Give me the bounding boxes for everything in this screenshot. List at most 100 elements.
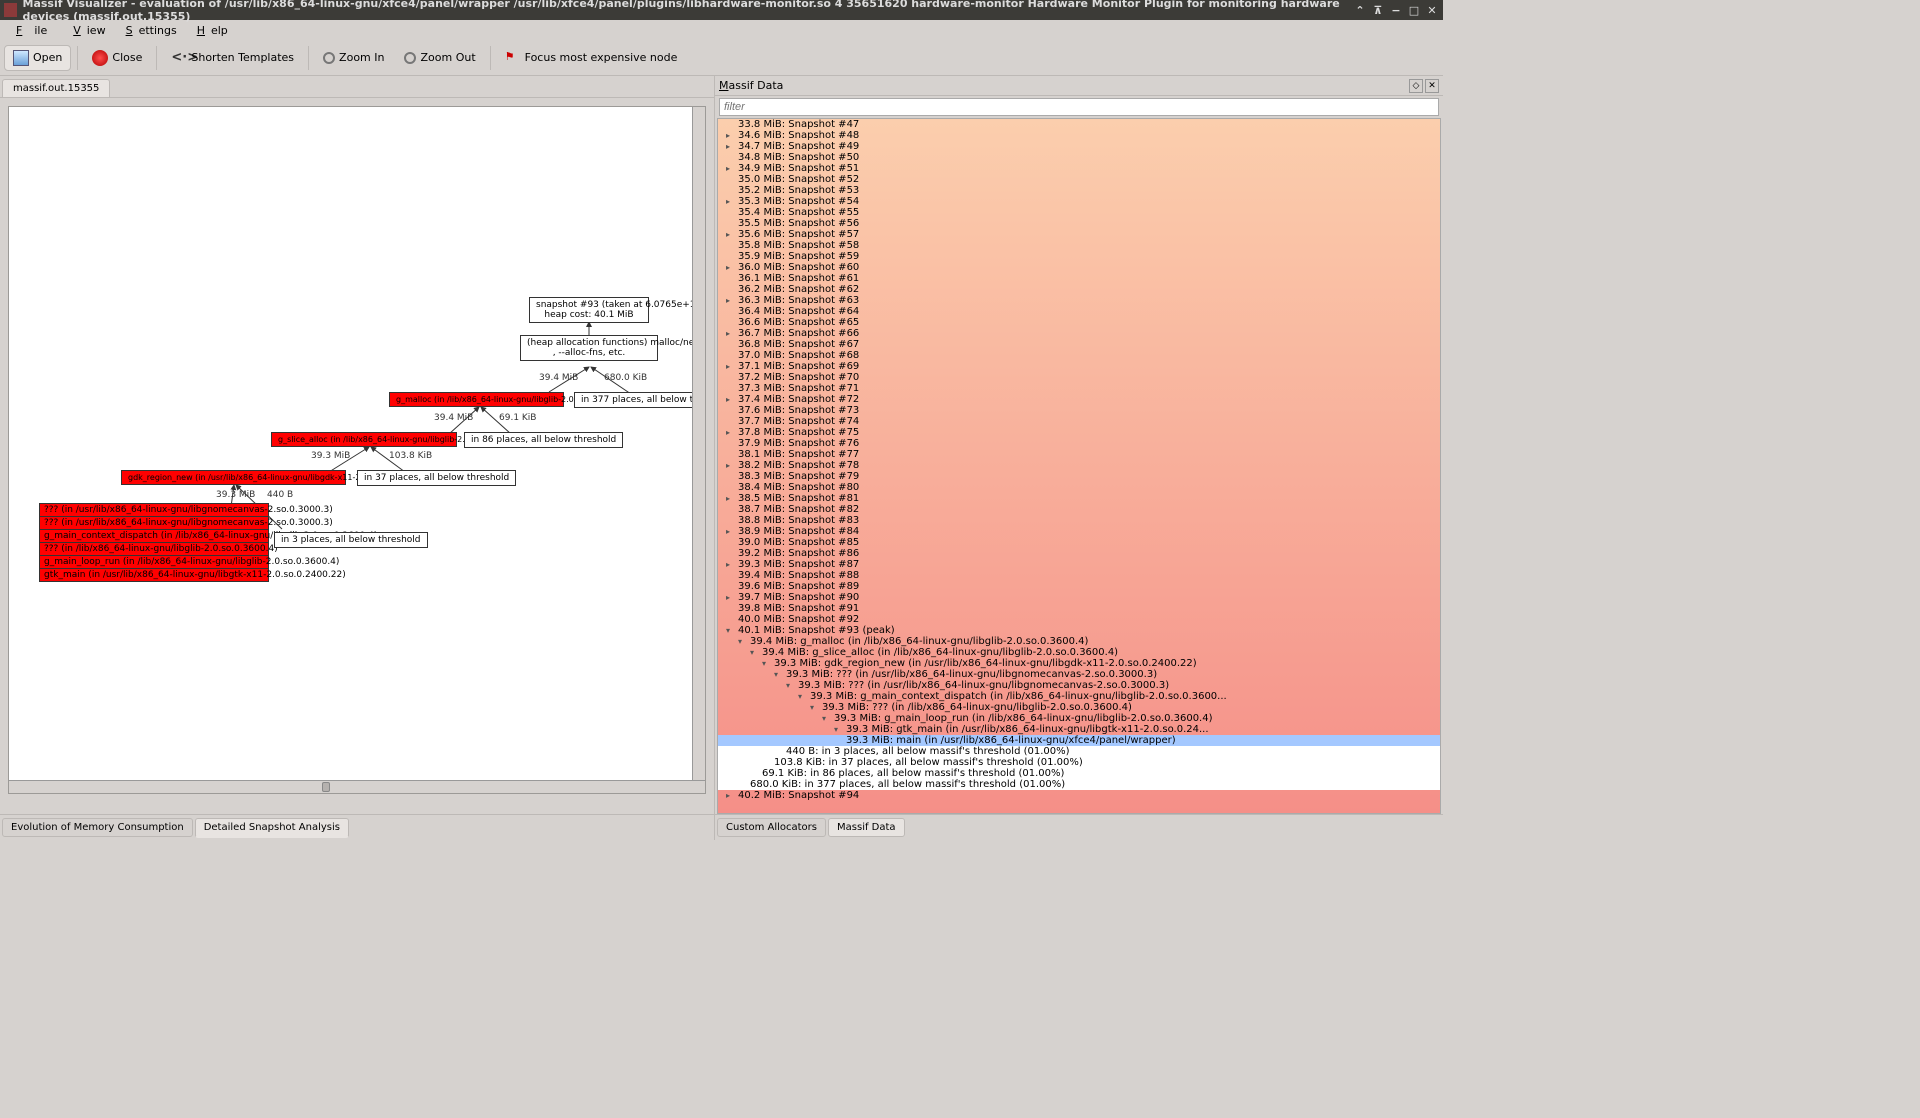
expand-icon[interactable]: ▸ — [726, 493, 736, 503]
tree-row[interactable]: 37.0 MiB: Snapshot #68 — [718, 350, 1440, 361]
menu-file[interactable]: File — [4, 22, 59, 39]
tree-row[interactable]: 33.8 MiB: Snapshot #47 — [718, 119, 1440, 130]
tree-row[interactable]: ▸39.3 MiB: Snapshot #87 — [718, 559, 1440, 570]
window-close-icon[interactable]: ✕ — [1425, 4, 1439, 17]
tree-row[interactable]: 35.9 MiB: Snapshot #59 — [718, 251, 1440, 262]
tab-evolution[interactable]: Evolution of Memory Consumption — [2, 818, 193, 837]
tree-row[interactable]: ▾39.3 MiB: gdk_region_new (in /usr/lib/x… — [718, 658, 1440, 669]
menu-help[interactable]: Help — [185, 22, 234, 39]
graph-node-gslice[interactable]: g_slice_alloc (in /lib/x86_64-linux-gnu/… — [271, 432, 457, 447]
tree-row[interactable]: 39.2 MiB: Snapshot #86 — [718, 548, 1440, 559]
menu-view[interactable]: View — [61, 22, 111, 39]
graph-node-37places[interactable]: in 37 places, all below threshold — [357, 470, 516, 486]
expand-icon[interactable]: ▸ — [726, 141, 736, 151]
tree-row[interactable]: 38.7 MiB: Snapshot #82 — [718, 504, 1440, 515]
tree-row[interactable]: ▸34.7 MiB: Snapshot #49 — [718, 141, 1440, 152]
graph-node-callstack[interactable]: ??? (in /usr/lib/x86_64-linux-gnu/libgno… — [39, 503, 269, 582]
shorten-templates-button[interactable]: <·> Shorten Templates — [163, 46, 302, 70]
tree-row[interactable]: 35.2 MiB: Snapshot #53 — [718, 185, 1440, 196]
tree-row[interactable]: 37.9 MiB: Snapshot #76 — [718, 438, 1440, 449]
tree-row[interactable]: 35.8 MiB: Snapshot #58 — [718, 240, 1440, 251]
tree-row[interactable]: 36.4 MiB: Snapshot #64 — [718, 306, 1440, 317]
tree-row[interactable]: ▸39.7 MiB: Snapshot #90 — [718, 592, 1440, 603]
tree-row[interactable]: ▸37.4 MiB: Snapshot #72 — [718, 394, 1440, 405]
expand-icon[interactable]: ▸ — [726, 229, 736, 239]
tree-row[interactable]: 39.8 MiB: Snapshot #91 — [718, 603, 1440, 614]
graph-node-377places[interactable]: in 377 places, all below threshold — [574, 392, 706, 408]
document-tab[interactable]: massif.out.15355 — [2, 79, 110, 97]
vertical-scrollbar[interactable] — [692, 107, 705, 780]
menu-settings[interactable]: Settings — [114, 22, 183, 39]
expand-icon[interactable]: ▸ — [726, 130, 736, 140]
tree-row[interactable]: ▾39.3 MiB: g_main_context_dispatch (in /… — [718, 691, 1440, 702]
zoom-out-button[interactable]: Zoom Out — [396, 47, 483, 68]
collapse-icon[interactable]: ▾ — [750, 647, 760, 657]
tree-row[interactable]: ▸36.0 MiB: Snapshot #60 — [718, 262, 1440, 273]
expand-icon[interactable]: ▸ — [726, 361, 736, 371]
tree-row[interactable]: 38.3 MiB: Snapshot #79 — [718, 471, 1440, 482]
expand-icon[interactable]: ▸ — [726, 460, 736, 470]
tree-row[interactable]: 39.0 MiB: Snapshot #85 — [718, 537, 1440, 548]
collapse-icon[interactable]: ▾ — [786, 680, 796, 690]
tree-row[interactable]: ▸34.9 MiB: Snapshot #51 — [718, 163, 1440, 174]
detach-icon[interactable]: ◇ — [1409, 79, 1423, 93]
expand-icon[interactable]: ▸ — [726, 427, 736, 437]
collapse-icon[interactable]: ▾ — [810, 702, 820, 712]
tree-row[interactable]: ▾39.4 MiB: g_malloc (in /lib/x86_64-linu… — [718, 636, 1440, 647]
expand-icon[interactable]: ▸ — [726, 262, 736, 272]
graph-node-86places[interactable]: in 86 places, all below threshold — [464, 432, 623, 448]
expand-icon[interactable]: ▸ — [726, 328, 736, 338]
tree-row[interactable]: 37.2 MiB: Snapshot #70 — [718, 372, 1440, 383]
collapse-icon[interactable]: ▾ — [726, 625, 736, 635]
tab-custom-allocators[interactable]: Custom Allocators — [717, 818, 826, 837]
expand-icon[interactable]: ▸ — [726, 592, 736, 602]
collapse-icon[interactable]: ▾ — [738, 636, 748, 646]
graph-node-snapshot[interactable]: snapshot #93 (taken at 6.0765e+11i) heap… — [529, 297, 649, 323]
tree-row[interactable]: 37.3 MiB: Snapshot #71 — [718, 383, 1440, 394]
tree-row[interactable]: ▸36.3 MiB: Snapshot #63 — [718, 295, 1440, 306]
graph-node-gmalloc[interactable]: g_malloc (in /lib/x86_64-linux-gnu/libgl… — [389, 392, 564, 407]
tree-row[interactable]: 39.3 MiB: main (in /usr/lib/x86_64-linux… — [718, 735, 1440, 746]
tree-row[interactable]: ▾40.1 MiB: Snapshot #93 (peak) — [718, 625, 1440, 636]
tree-row[interactable]: 36.1 MiB: Snapshot #61 — [718, 273, 1440, 284]
tree-row[interactable]: 35.0 MiB: Snapshot #52 — [718, 174, 1440, 185]
tree-row[interactable]: 69.1 KiB: in 86 places, all below massif… — [718, 768, 1440, 779]
zoom-in-button[interactable]: Zoom In — [315, 47, 392, 68]
tree-row[interactable]: ▸38.9 MiB: Snapshot #84 — [718, 526, 1440, 537]
tree-row[interactable]: ▸37.8 MiB: Snapshot #75 — [718, 427, 1440, 438]
tree-row[interactable]: ▸37.1 MiB: Snapshot #69 — [718, 361, 1440, 372]
collapse-icon[interactable]: ▾ — [798, 691, 808, 701]
graph-node-heap-alloc[interactable]: (heap allocation functions) malloc/new/n… — [520, 335, 658, 361]
tree-row[interactable]: ▸38.2 MiB: Snapshot #78 — [718, 460, 1440, 471]
pane-close-icon[interactable]: ✕ — [1425, 79, 1439, 93]
graph-node-gdkregion[interactable]: gdk_region_new (in /usr/lib/x86_64-linux… — [121, 470, 346, 485]
collapse-icon[interactable]: ▾ — [822, 713, 832, 723]
tree-row[interactable]: 37.6 MiB: Snapshot #73 — [718, 405, 1440, 416]
tree-row[interactable]: ▾39.3 MiB: g_main_loop_run (in /lib/x86_… — [718, 713, 1440, 724]
tree-row[interactable]: ▸38.5 MiB: Snapshot #81 — [718, 493, 1440, 504]
tree-row[interactable]: ▾39.3 MiB: gtk_main (in /usr/lib/x86_64-… — [718, 724, 1440, 735]
tree-row[interactable]: 39.4 MiB: Snapshot #88 — [718, 570, 1440, 581]
window-minimize-icon[interactable]: − — [1389, 4, 1403, 17]
tree-row[interactable]: ▾39.3 MiB: ??? (in /usr/lib/x86_64-linux… — [718, 669, 1440, 680]
call-graph-view[interactable]: snapshot #93 (taken at 6.0765e+11i) heap… — [8, 106, 706, 794]
tree-row[interactable]: 38.8 MiB: Snapshot #83 — [718, 515, 1440, 526]
filter-input[interactable] — [719, 98, 1439, 116]
window-up-icon[interactable]: ⌃ — [1353, 4, 1367, 17]
tree-row[interactable]: 36.2 MiB: Snapshot #62 — [718, 284, 1440, 295]
open-button[interactable]: Open — [4, 45, 71, 71]
tree-row[interactable]: ▾39.3 MiB: ??? (in /usr/lib/x86_64-linux… — [718, 680, 1440, 691]
tree-row[interactable]: ▸35.6 MiB: Snapshot #57 — [718, 229, 1440, 240]
expand-icon[interactable]: ▸ — [726, 526, 736, 536]
tree-row[interactable]: ▸36.7 MiB: Snapshot #66 — [718, 328, 1440, 339]
expand-icon[interactable]: ▸ — [726, 559, 736, 569]
tab-massif-data[interactable]: Massif Data — [828, 818, 905, 837]
tree-row[interactable]: 35.4 MiB: Snapshot #55 — [718, 207, 1440, 218]
tree-row[interactable]: ▸34.6 MiB: Snapshot #48 — [718, 130, 1440, 141]
tree-row[interactable]: 103.8 KiB: in 37 places, all below massi… — [718, 757, 1440, 768]
expand-icon[interactable]: ▸ — [726, 196, 736, 206]
window-menu-icon[interactable]: ⊼ — [1371, 4, 1385, 17]
tree-row[interactable]: 35.5 MiB: Snapshot #56 — [718, 218, 1440, 229]
tree-row[interactable]: 37.7 MiB: Snapshot #74 — [718, 416, 1440, 427]
tab-detailed-analysis[interactable]: Detailed Snapshot Analysis — [195, 818, 349, 838]
